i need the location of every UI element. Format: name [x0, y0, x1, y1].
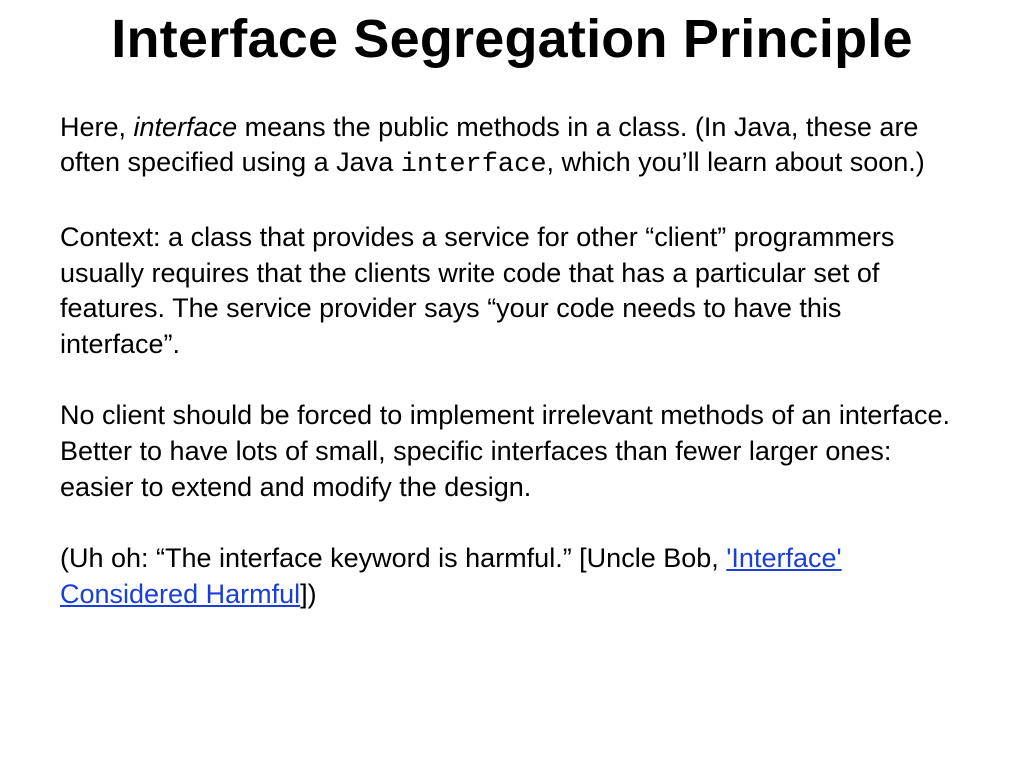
text: (Uh oh: “The interface keyword is harmfu… — [60, 543, 726, 573]
paragraph-1: Here, interface means the public methods… — [60, 110, 964, 184]
text: Here, — [60, 112, 134, 142]
text: ]) — [300, 579, 317, 609]
slide: Interface Segregation Principle Here, in… — [0, 0, 1024, 768]
text: , which you’ll learn about soon.) — [547, 147, 925, 177]
code-keyword-interface: interface — [401, 150, 547, 180]
paragraph-4: (Uh oh: “The interface keyword is harmfu… — [60, 541, 964, 612]
paragraph-3: No client should be forced to implement … — [60, 398, 964, 505]
slide-body: Here, interface means the public methods… — [60, 110, 964, 613]
italic-term-interface: interface — [134, 112, 238, 142]
paragraph-2: Context: a class that provides a service… — [60, 220, 964, 363]
slide-title: Interface Segregation Principle — [60, 0, 964, 72]
